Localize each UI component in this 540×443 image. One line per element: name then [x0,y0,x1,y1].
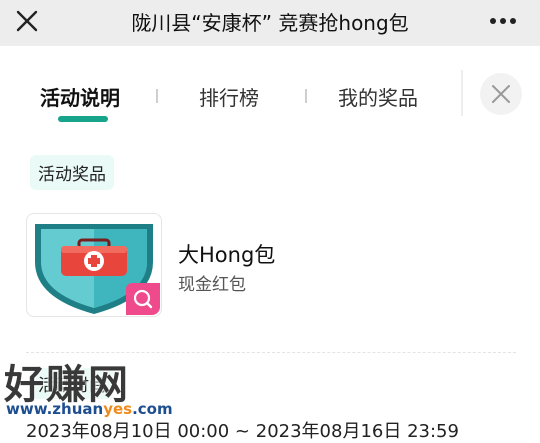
watermark-url-suffix: .com [132,400,173,418]
page-title: 陇川县“安康杯” 竞赛抢hong包 [131,11,409,35]
close-panel-button[interactable] [480,73,522,115]
watermark-url-prefix: www.zhuan [6,400,104,418]
tab-separator [305,89,307,103]
prizes-section-title: 活动奖品 [30,155,114,190]
tab-separator [156,89,158,103]
prize-name: 大Hong包 [178,243,276,267]
active-tab-indicator [58,116,108,122]
tab-my-prizes[interactable]: 我的奖品 [338,82,418,111]
tab-activity-info[interactable]: 活动说明 [40,82,120,111]
divider [461,70,463,116]
activity-time-range: 2023年08月10日 00:00 ~ 2023年08月16日 23:59 [26,421,459,442]
prize-type: 现金红包 [178,275,246,295]
magnifier-icon [133,289,153,309]
tab-leaderboard[interactable]: 排行榜 [199,82,259,111]
close-icon [492,85,510,103]
top-bar: 陇川县“安康杯” 竞赛抢hong包 [0,0,540,46]
zoom-button[interactable] [126,283,160,315]
watermark-url-highlight: yes [103,400,133,418]
watermark-url: www.zhuanyes.com [6,400,173,418]
more-options-icon[interactable] [488,10,518,32]
close-icon[interactable] [14,8,40,34]
section-divider [26,352,516,353]
time-section-title: 活动时间 [30,368,114,399]
